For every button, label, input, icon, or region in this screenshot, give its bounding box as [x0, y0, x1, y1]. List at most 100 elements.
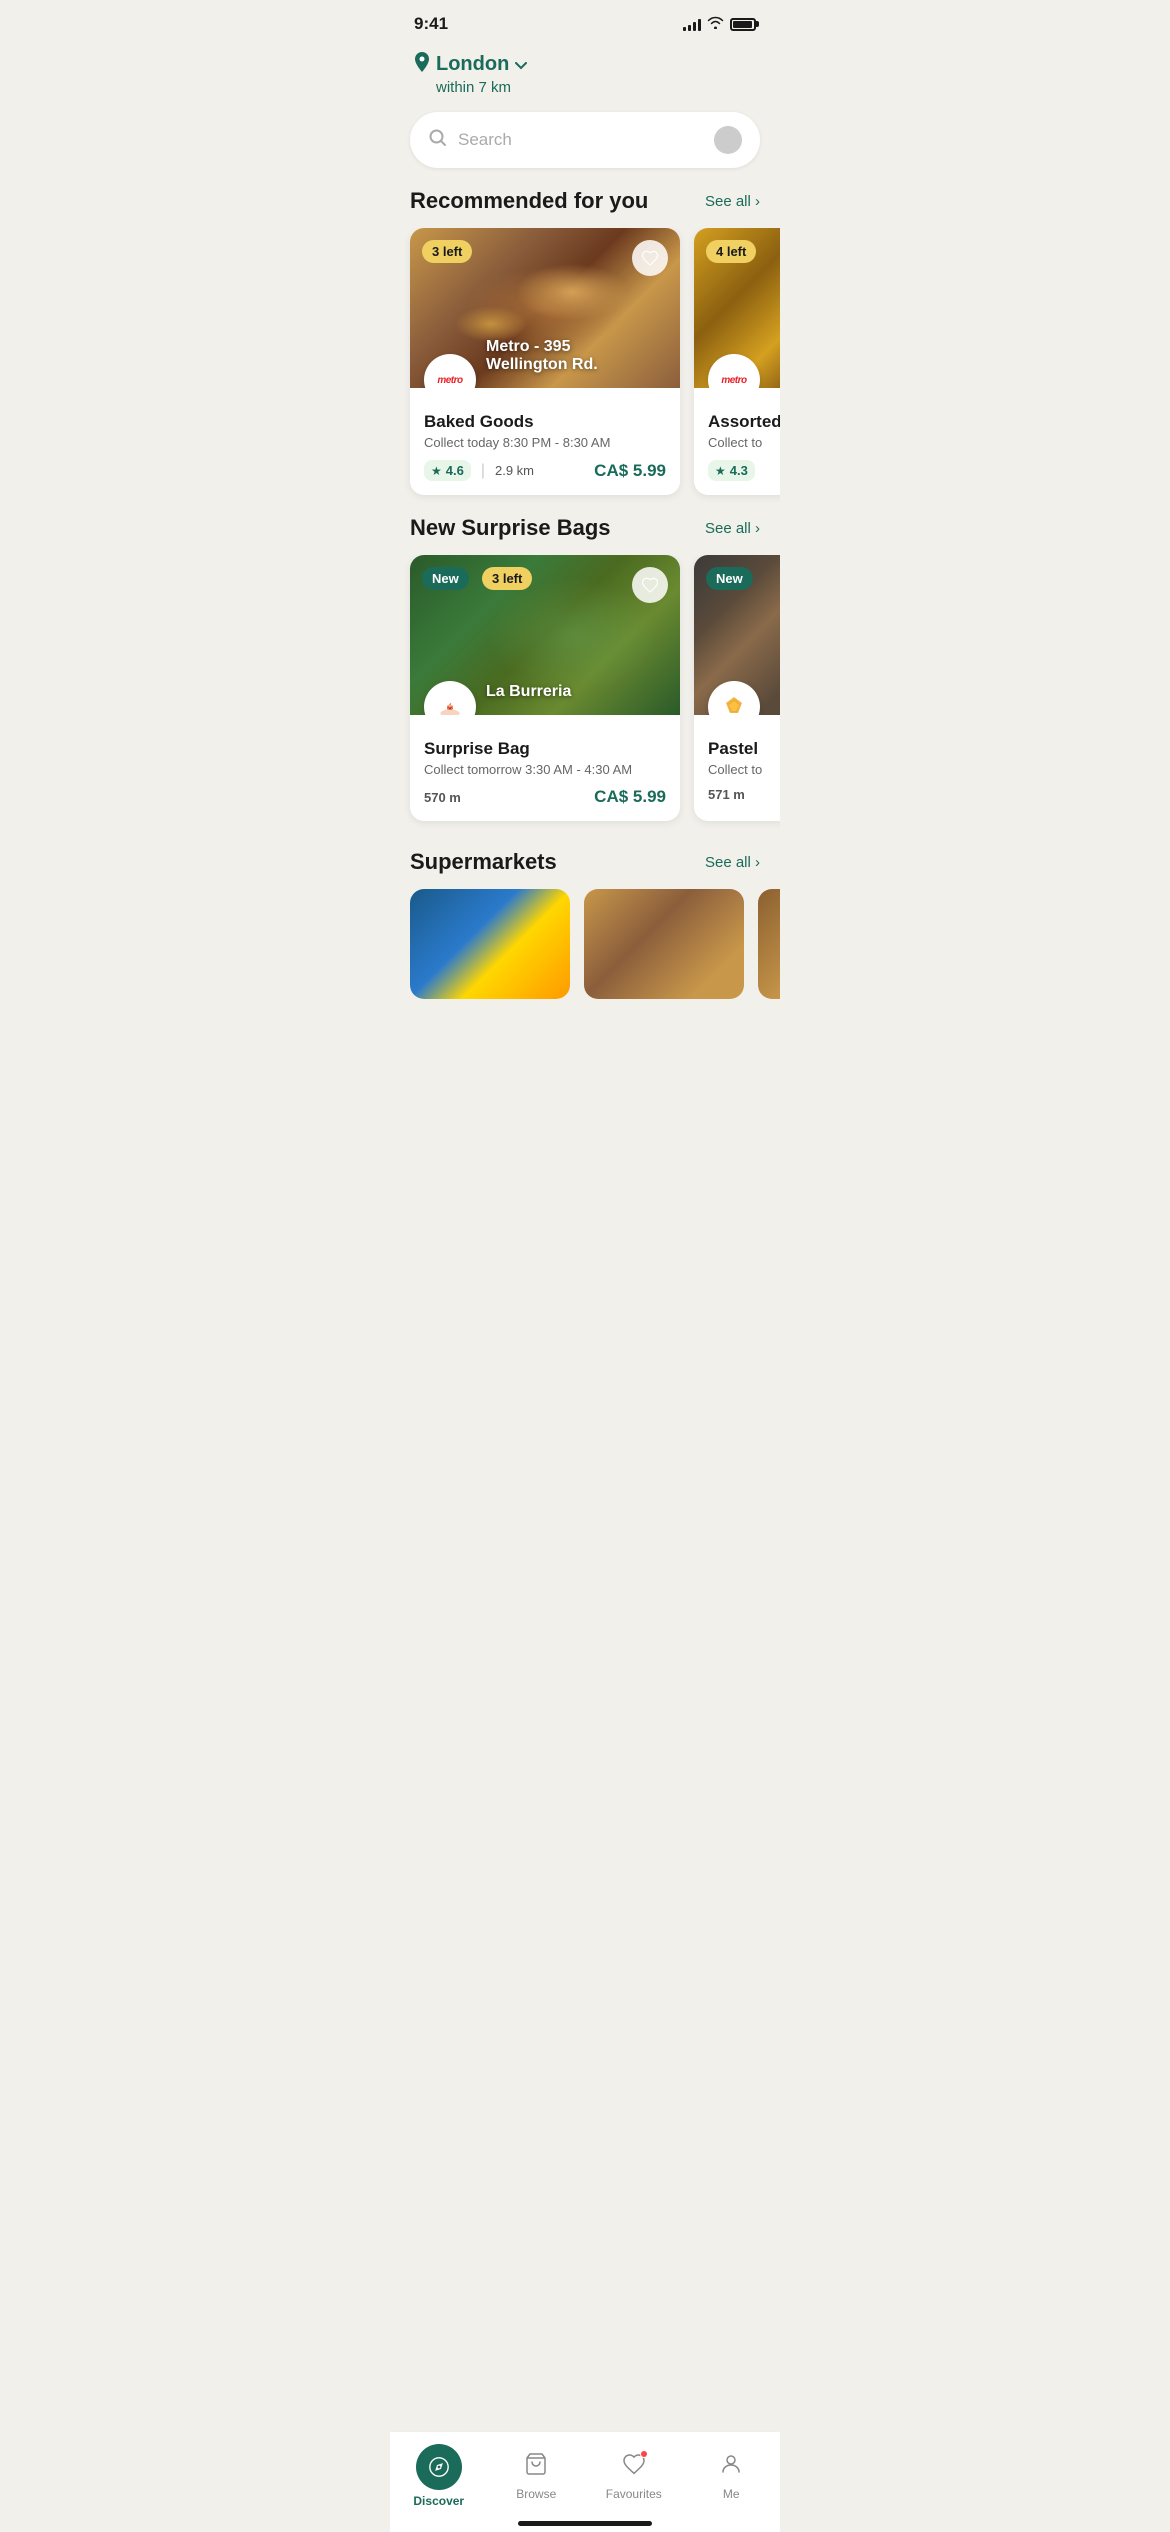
recommended-header: Recommended for you See all › — [390, 188, 780, 228]
recommended-cards-scroll: 3 left metro Metro - 395Wellington Rd. B… — [390, 228, 780, 515]
la-burreria-new-badge: New — [422, 567, 469, 590]
favourites-badge-dot — [640, 2450, 648, 2458]
nav-browse[interactable]: Browse — [501, 2452, 571, 2501]
la-burreria-title: Surprise Bag — [424, 739, 666, 759]
la-burreria-card-body: Surprise Bag Collect tomorrow 3:30 AM - … — [410, 715, 680, 821]
baked-goods-footer: ★ 4.6 | 2.9 km CA$ 5.99 — [424, 460, 666, 481]
supermarket-card-1[interactable] — [410, 889, 570, 999]
signal-icon — [683, 17, 701, 31]
la-burreria-distance: 570 m — [424, 790, 461, 805]
pastel-card-body: Pastel Collect to 571 m — [694, 715, 780, 816]
baked-goods-store-name: Metro - 395Wellington Rd. — [486, 338, 598, 374]
baked-goods-badge: 3 left — [422, 240, 472, 263]
baked-goods-card-body: Baked Goods Collect today 8:30 PM - 8:30… — [410, 388, 680, 495]
surprise-bags-title: New Surprise Bags — [410, 515, 611, 541]
wifi-icon — [707, 16, 724, 32]
la-burreria-card[interactable]: New 3 left 🎪 La Burreria — [410, 555, 680, 821]
recommended-section: Recommended for you See all › 3 left met… — [390, 188, 780, 515]
pastel-footer: 571 m — [708, 787, 780, 802]
nav-me[interactable]: Me — [696, 2452, 766, 2501]
separator: | — [481, 462, 485, 480]
status-time: 9:41 — [414, 14, 448, 34]
baked-goods-rating: ★ 4.6 | 2.9 km — [424, 460, 534, 481]
assorted-badge: 4 left — [706, 240, 756, 263]
me-label: Me — [723, 2487, 740, 2501]
baked-goods-distance: 2.9 km — [495, 463, 534, 478]
search-placeholder: Search — [458, 130, 704, 150]
bottom-nav: Discover Browse Favourites — [390, 2431, 780, 2532]
svg-text:🎪: 🎪 — [446, 703, 454, 711]
supermarkets-see-all[interactable]: See all › — [705, 854, 760, 871]
location-pin-icon — [414, 52, 430, 77]
la-burreria-favourite-button[interactable] — [632, 567, 668, 603]
location-city: London — [436, 53, 509, 76]
recommended-title: Recommended for you — [410, 188, 648, 214]
discover-label: Discover — [413, 2494, 464, 2508]
pastel-collect: Collect to — [708, 762, 780, 777]
pastel-title: Pastel — [708, 739, 780, 759]
baked-goods-title: Baked Goods — [424, 412, 666, 432]
la-burreria-logo: 🎪 — [424, 681, 476, 715]
baked-goods-price: CA$ 5.99 — [594, 461, 666, 481]
surprise-bags-section: New Surprise Bags See all › New 3 left — [390, 515, 780, 841]
browse-label: Browse — [516, 2487, 556, 2501]
pastel-card[interactable]: New Pastel Collect to 571 m — [694, 555, 780, 821]
supermarket-card-2[interactable] — [584, 889, 744, 999]
surprise-bags-scroll: New 3 left 🎪 La Burreria — [390, 555, 780, 841]
assorted-rating: 4.3 — [730, 463, 748, 478]
supermarkets-header: Supermarkets See all › — [390, 849, 780, 889]
baked-goods-favourite-button[interactable] — [632, 240, 668, 276]
assorted-footer: ★ 4.3 — [708, 460, 780, 481]
baked-goods-card[interactable]: 3 left metro Metro - 395Wellington Rd. B… — [410, 228, 680, 495]
search-mic-icon[interactable] — [714, 126, 742, 154]
status-bar: 9:41 — [390, 0, 780, 42]
star-icon: ★ — [431, 464, 442, 478]
pastel-distance: 571 m — [708, 787, 745, 802]
home-indicator — [518, 2521, 652, 2526]
me-icon — [719, 2452, 743, 2483]
baked-goods-image: 3 left metro Metro - 395Wellington Rd. — [410, 228, 680, 388]
recommended-see-all[interactable]: See all › — [705, 193, 760, 210]
surprise-bags-header: New Surprise Bags See all › — [390, 515, 780, 555]
metro-logo: metro — [424, 354, 476, 388]
discover-icon — [416, 2444, 462, 2490]
baked-goods-collect: Collect today 8:30 PM - 8:30 AM — [424, 435, 666, 450]
assorted-store-logo: metro — [708, 354, 760, 388]
rating-value: 4.6 — [446, 463, 464, 478]
assorted-image: 4 left metro — [694, 228, 780, 388]
la-burreria-image: New 3 left 🎪 La Burreria — [410, 555, 680, 715]
assorted-rating-badge: ★ 4.3 — [708, 460, 755, 481]
la-burreria-footer: 570 m CA$ 5.99 — [424, 787, 666, 807]
search-bar[interactable]: Search — [410, 112, 760, 168]
la-burreria-left-badge: 3 left — [482, 567, 532, 590]
assorted-collect: Collect to — [708, 435, 780, 450]
chevron-down-icon — [515, 57, 527, 73]
location-header[interactable]: London within 7 km — [390, 42, 780, 112]
assorted-card-body: Assorted Collect to ★ 4.3 — [694, 388, 780, 495]
assorted-star-icon: ★ — [715, 464, 726, 478]
pastel-logo — [708, 681, 760, 715]
assorted-card[interactable]: 4 left metro Assorted Collect to ★ 4.3 — [694, 228, 780, 495]
nav-favourites[interactable]: Favourites — [599, 2452, 669, 2501]
status-icons — [683, 16, 756, 32]
battery-icon — [730, 18, 756, 31]
pastel-new-badge: New — [706, 567, 753, 590]
la-burreria-collect: Collect tomorrow 3:30 AM - 4:30 AM — [424, 762, 666, 777]
location-radius: within 7 km — [436, 79, 756, 96]
supermarket-card-3[interactable] — [758, 889, 780, 999]
favourites-icon-wrap — [622, 2452, 646, 2483]
browse-icon — [524, 2452, 548, 2483]
search-icon — [428, 128, 448, 153]
assorted-title: Assorted — [708, 412, 780, 432]
supermarkets-section: Supermarkets See all › — [390, 849, 780, 1019]
supermarket-cards-scroll — [390, 889, 780, 1019]
rating-badge: ★ 4.6 — [424, 460, 471, 481]
search-container: Search — [390, 112, 780, 188]
favourites-label: Favourites — [606, 2487, 662, 2501]
la-burreria-price: CA$ 5.99 — [594, 787, 666, 807]
supermarkets-title: Supermarkets — [410, 849, 557, 875]
nav-discover[interactable]: Discover — [404, 2444, 474, 2508]
la-burreria-name: La Burreria — [486, 683, 571, 701]
pastel-image: New — [694, 555, 780, 715]
surprise-bags-see-all[interactable]: See all › — [705, 520, 760, 537]
